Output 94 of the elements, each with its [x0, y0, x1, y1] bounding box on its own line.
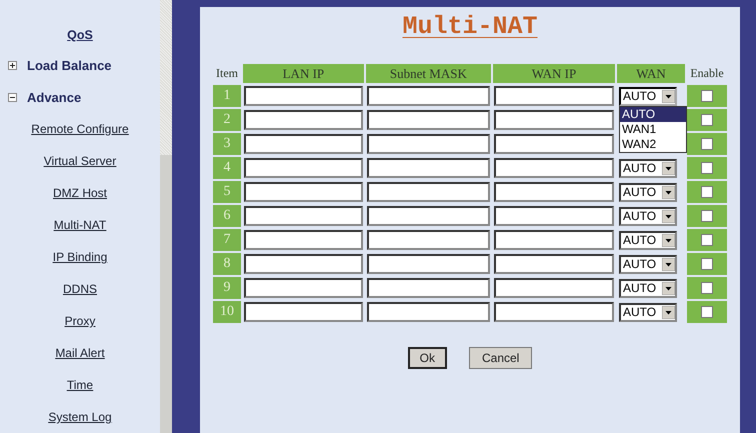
item-number: 2	[213, 109, 241, 131]
subnet-mask-field[interactable]	[366, 254, 490, 274]
lan-ip-field[interactable]	[244, 110, 363, 130]
subnet-mask-field[interactable]	[366, 134, 490, 154]
lan-ip-field[interactable]	[244, 158, 363, 178]
subnet-mask-field[interactable]	[366, 206, 490, 226]
lan-ip-field[interactable]	[244, 182, 363, 202]
enable-checkbox[interactable]	[701, 138, 713, 150]
lan-ip-field[interactable]	[244, 230, 363, 250]
sidebar-group[interactable]: Load Balance	[27, 58, 112, 72]
wan-select[interactable]: AUTO	[619, 230, 677, 250]
subnet-mask-field[interactable]	[366, 182, 490, 202]
sidebar-link[interactable]: IP Binding	[52, 250, 108, 264]
sidebar-link[interactable]: DMZ Host	[53, 186, 107, 200]
dropdown-arrow-icon[interactable]	[662, 282, 675, 294]
lan-ip-field[interactable]	[244, 278, 363, 298]
item-number: 1	[213, 85, 241, 107]
item-number: 7	[213, 229, 241, 251]
dropdown-arrow-icon[interactable]	[662, 258, 675, 270]
sidebar-link[interactable]: Virtual Server	[44, 154, 116, 168]
enable-checkbox[interactable]	[701, 210, 713, 222]
wan-ip-field[interactable]	[494, 86, 614, 106]
page-title: Multi-NAT	[402, 12, 538, 43]
subnet-mask-field[interactable]	[366, 86, 490, 106]
column-header: WAN IP	[493, 64, 615, 83]
item-number: 6	[213, 205, 241, 227]
column-header: Subnet MASK	[366, 64, 492, 83]
dropdown-arrow-icon[interactable]	[662, 234, 675, 246]
item-number: 10	[213, 301, 241, 323]
dropdown-option[interactable]: AUTO	[620, 107, 686, 122]
sidebar-link[interactable]: Remote Configure	[31, 122, 129, 136]
sidebar-link[interactable]: Mail Alert	[55, 346, 105, 360]
lan-ip-field[interactable]	[244, 86, 363, 106]
wan-ip-field[interactable]	[494, 134, 614, 154]
wan-ip-field[interactable]	[494, 206, 614, 226]
wan-ip-field[interactable]	[494, 182, 614, 202]
wan-select[interactable]: AUTO	[619, 302, 677, 322]
sidebar-link[interactable]: Proxy	[64, 314, 96, 328]
enable-checkbox[interactable]	[701, 282, 713, 294]
dropdown-arrow-icon[interactable]	[662, 162, 675, 174]
enable-checkbox[interactable]	[701, 186, 713, 198]
subnet-mask-field[interactable]	[366, 230, 490, 250]
dropdown-arrow-icon[interactable]	[662, 210, 675, 222]
item-number: 9	[213, 277, 241, 299]
subnet-mask-field[interactable]	[366, 302, 490, 322]
dropdown-option[interactable]: WAN1	[620, 122, 686, 137]
wan-ip-field[interactable]	[494, 158, 614, 178]
sidebar-link[interactable]: DDNS	[62, 282, 97, 296]
wan-ip-field[interactable]	[494, 254, 614, 274]
sidebar-group[interactable]: Advance	[27, 90, 82, 104]
item-number: 5	[213, 181, 241, 203]
wan-select[interactable]: AUTO	[619, 182, 677, 202]
item-number: 8	[213, 253, 241, 275]
enable-checkbox[interactable]	[701, 162, 713, 174]
wan-select[interactable]: AUTO	[619, 278, 677, 298]
subnet-mask-field[interactable]	[366, 110, 490, 130]
dropdown-arrow-icon[interactable]	[662, 186, 675, 198]
expand-icon[interactable]	[8, 60, 17, 70]
dropdown-option[interactable]: WAN2	[620, 137, 686, 152]
sidebar-link[interactable]: System Log	[48, 410, 112, 424]
subnet-mask-field[interactable]	[366, 278, 490, 298]
wan-ip-field[interactable]	[494, 278, 614, 298]
sidebar-heading-link[interactable]: QoS	[67, 28, 93, 42]
column-header: WAN	[617, 64, 685, 83]
sidebar-link[interactable]: Multi-NAT	[54, 218, 106, 232]
collapse-icon[interactable]	[8, 92, 17, 102]
dropdown-arrow-icon[interactable]	[662, 306, 675, 318]
sidebar-link[interactable]: Time	[66, 378, 94, 392]
wan-select[interactable]: AUTO	[619, 86, 677, 106]
column-header: Item	[215, 65, 239, 82]
lan-ip-field[interactable]	[244, 206, 363, 226]
dropdown-arrow-icon[interactable]	[662, 90, 675, 102]
cancel-button[interactable]: Cancel	[468, 347, 532, 369]
wan-ip-field[interactable]	[494, 230, 614, 250]
lan-ip-field[interactable]	[244, 134, 363, 154]
lan-ip-field[interactable]	[244, 254, 363, 274]
column-header: LAN IP	[243, 64, 364, 83]
item-number: 3	[213, 133, 241, 155]
wan-ip-field[interactable]	[494, 110, 614, 130]
enable-checkbox[interactable]	[701, 258, 713, 270]
subnet-mask-field[interactable]	[366, 158, 490, 178]
wan-select[interactable]: AUTO	[619, 158, 677, 178]
enable-checkbox[interactable]	[701, 306, 713, 318]
enable-checkbox[interactable]	[701, 234, 713, 246]
enable-checkbox[interactable]	[701, 114, 713, 126]
item-number: 4	[213, 157, 241, 179]
ok-button[interactable]: Ok	[408, 347, 447, 369]
wan-select[interactable]: AUTO	[619, 254, 677, 274]
wan-ip-field[interactable]	[494, 302, 614, 322]
wan-select[interactable]: AUTO	[619, 206, 677, 226]
column-header: Enable	[689, 65, 725, 82]
lan-ip-field[interactable]	[244, 302, 363, 322]
scrollbar[interactable]	[160, 0, 172, 433]
enable-checkbox[interactable]	[701, 90, 713, 102]
